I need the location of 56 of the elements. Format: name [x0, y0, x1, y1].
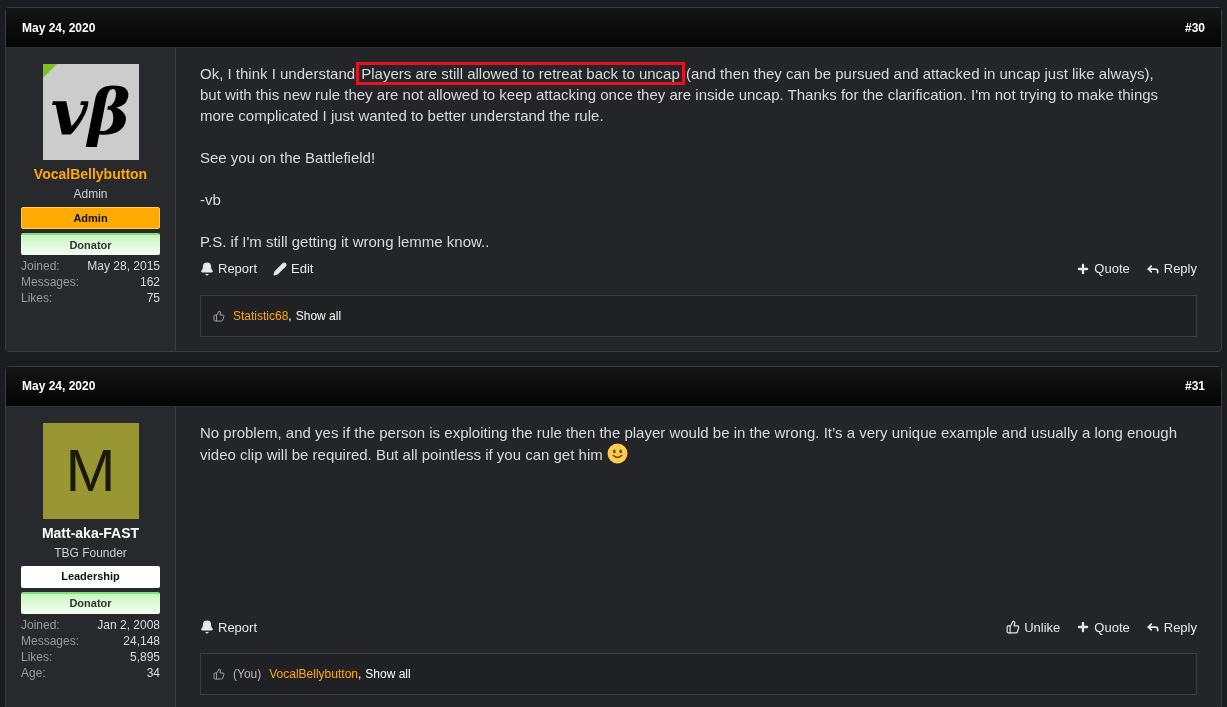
stat-value: 75: [146, 290, 160, 306]
post-date[interactable]: May 24, 2020: [22, 18, 96, 37]
post-action-link[interactable]: Edit: [273, 259, 314, 279]
message-paragraph: -vb: [200, 190, 222, 210]
liker-link[interactable]: VocalBellybutton: [269, 665, 358, 683]
post-number[interactable]: #30: [1184, 18, 1205, 37]
message-paragraph: No problem, and yes if the person is exploiting the rule then the player would be in the wrong. It’s a very unique example and usually a long enough video clip will be required. But all pointless if you can get him: [200, 422, 1178, 465]
stat-label: Joined:: [21, 616, 60, 633]
smiley-icon: [606, 442, 628, 464]
likes-separator: ,: [288, 307, 292, 325]
likes-you-label: (You): [233, 666, 262, 683]
post-action-link[interactable]: Reply: [1145, 259, 1197, 279]
bell-icon: [200, 620, 214, 635]
show-all-link[interactable]: Show all: [295, 306, 342, 325]
message-paragraph: Ok, I think I understand Players are still allowed to retreat back to uncap (and then they can be pursued and attacked in uncap just like always), but with this new rule they are not allowed to keep attacking once they are inside uncap. Thanks for the clarification. I'm not trying to make things more complicated I just wanted to better understand the rule.: [200, 63, 1197, 126]
user-banner: Leadership: [21, 565, 160, 588]
show-all-link[interactable]: Show all: [365, 665, 411, 683]
stat-label: Likes:: [21, 290, 53, 306]
post-action-link[interactable]: Report: [200, 259, 258, 279]
username[interactable]: VocalBellybutton: [33, 164, 148, 185]
stat-value: Jan 2, 2008: [97, 616, 160, 633]
message-paragraph: See you on the Battlefield!: [200, 148, 377, 168]
thumbs-up-icon: [213, 668, 225, 680]
stat-label: Messages:: [21, 632, 80, 649]
stat-value: 34: [146, 664, 160, 681]
user-banner: Donator: [21, 591, 160, 614]
bell-icon: [200, 261, 214, 276]
user-banner: Donator: [21, 233, 160, 255]
post-action-link[interactable]: Quote: [1076, 617, 1130, 637]
post-action-link[interactable]: Unlike: [1006, 617, 1061, 637]
stat-value: 162: [139, 274, 160, 290]
user-avatar[interactable]: vβ: [42, 64, 139, 160]
thumbs-up-icon: [1006, 620, 1021, 635]
message-paragraph: P.S. if I'm still getting it wrong lemme know..: [200, 232, 491, 252]
thumbs-up-icon: [213, 309, 225, 322]
user-avatar[interactable]: M: [42, 422, 139, 519]
stat-value: 24,148: [123, 632, 160, 649]
user-title: TBG Founder: [54, 544, 127, 562]
stat-label: Age:: [21, 664, 46, 681]
username[interactable]: Matt-aka-FAST: [41, 522, 140, 544]
stat-value: 5,895: [129, 648, 160, 665]
likes-separator: ,: [358, 666, 362, 683]
post-number[interactable]: #31: [1184, 377, 1205, 395]
post-action-link[interactable]: Report: [200, 617, 258, 637]
post-action-link[interactable]: Quote: [1076, 259, 1130, 279]
user-banner: Admin: [21, 207, 160, 229]
post-date[interactable]: May 24, 2020: [22, 377, 96, 395]
plus-icon: [1076, 261, 1091, 276]
pencil-icon: [273, 261, 288, 276]
stat-label: Likes:: [21, 648, 53, 665]
stat-label: Messages:: [21, 274, 80, 290]
post-action-link[interactable]: Reply: [1145, 617, 1197, 637]
stat-label: Joined:: [21, 258, 60, 274]
plus-icon: [1076, 620, 1091, 635]
user-title: Admin: [73, 186, 108, 203]
stat-value: May 28, 2015: [87, 258, 160, 274]
